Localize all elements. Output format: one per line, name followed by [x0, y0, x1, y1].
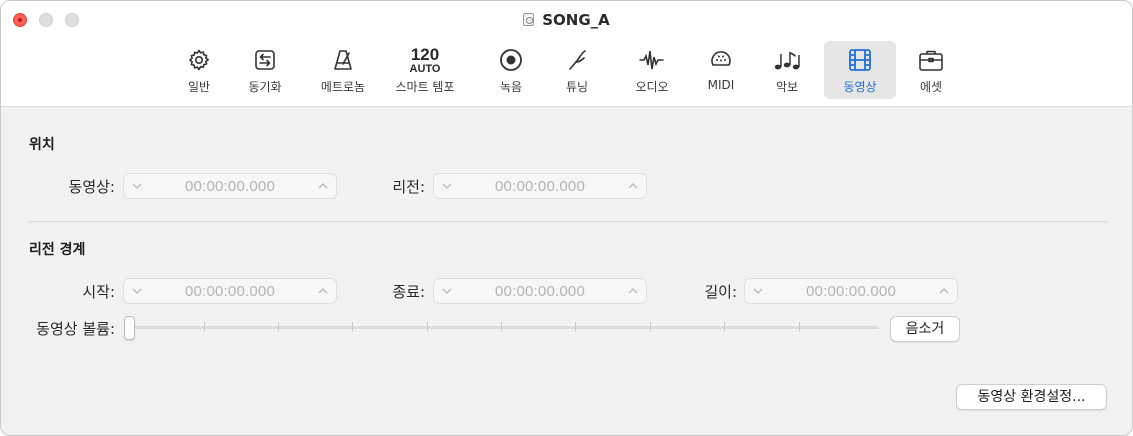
tuning-fork-icon — [555, 46, 599, 74]
tab-audio[interactable]: 오디오 — [627, 41, 677, 99]
tab-assets[interactable]: 에셋 — [909, 41, 953, 99]
volume-slider-thumb[interactable] — [124, 316, 135, 340]
length-field[interactable]: 00:00:00.000 — [744, 278, 958, 304]
title-bar: SONG_A 일반 동기화 메트로놈 120 AUTO 스마트 템포 녹음 튜닝… — [1, 1, 1132, 107]
slider-tick — [501, 322, 502, 331]
movie-volume-label: 동영상 볼륨: — [36, 320, 115, 338]
mute-button[interactable]: 음소거 — [890, 316, 960, 342]
length-label: 길이: — [704, 283, 737, 301]
slider-tick — [278, 322, 279, 331]
film-icon — [824, 46, 896, 74]
tab-label: 동기화 — [248, 80, 282, 94]
tempo-icon: 120 AUTO — [409, 44, 441, 75]
slider-tick — [352, 322, 353, 331]
tab-label: 에셋 — [919, 80, 943, 94]
chevron-up-icon[interactable] — [626, 284, 640, 298]
volume-slider-track[interactable] — [131, 326, 879, 329]
start-field[interactable]: 00:00:00.000 — [123, 278, 337, 304]
tab-label: 동영상 — [843, 80, 877, 94]
start-label: 시작: — [82, 283, 115, 301]
chevron-down-icon[interactable] — [751, 284, 765, 298]
briefcase-icon — [909, 46, 953, 74]
slider-tick — [650, 322, 651, 331]
midi-icon — [699, 46, 743, 74]
notes-icon — [765, 46, 809, 74]
document-icon — [523, 13, 535, 26]
slider-tick — [724, 322, 725, 331]
region-position-field[interactable]: 00:00:00.000 — [433, 173, 647, 199]
tab-label: 메트로놈 — [320, 80, 366, 94]
section-divider — [29, 221, 1107, 222]
slider-tick — [427, 322, 428, 331]
chevron-up-icon[interactable] — [626, 179, 640, 193]
tab-label: 악보 — [775, 80, 799, 94]
movie-preferences-button[interactable]: 동영상 환경설정... — [956, 384, 1107, 410]
window-title: SONG_A — [1, 11, 1132, 29]
chevron-down-icon[interactable] — [130, 179, 144, 193]
chevron-up-icon[interactable] — [316, 284, 330, 298]
end-label: 종료: — [392, 283, 425, 301]
tab-midi[interactable]: MIDI — [699, 41, 743, 99]
slider-tick — [575, 322, 576, 331]
settings-window: SONG_A 일반 동기화 메트로놈 120 AUTO 스마트 템포 녹음 튜닝… — [0, 0, 1133, 436]
chevron-down-icon[interactable] — [440, 284, 454, 298]
tab-recording[interactable]: 녹음 — [489, 41, 533, 99]
tab-tuning[interactable]: 튜닝 — [555, 41, 599, 99]
region-position-label: 리전: — [392, 178, 425, 196]
section-title-region-bounds: 리전 경계 — [29, 242, 86, 258]
tab-label: 튜닝 — [565, 80, 589, 94]
tab-general[interactable]: 일반 — [177, 41, 221, 99]
movie-position-field[interactable]: 00:00:00.000 — [123, 173, 337, 199]
tab-label: 일반 — [187, 80, 211, 94]
tab-label: 스마트 템포 — [395, 80, 455, 94]
waveform-icon — [627, 46, 677, 74]
tab-label: MIDI — [707, 78, 735, 92]
tab-score[interactable]: 악보 — [765, 41, 809, 99]
chevron-down-icon[interactable] — [130, 284, 144, 298]
section-title-position: 위치 — [29, 137, 55, 153]
tab-label: 오디오 — [635, 80, 669, 94]
chevron-down-icon[interactable] — [440, 179, 454, 193]
sync-icon — [239, 46, 291, 74]
chevron-up-icon[interactable] — [316, 179, 330, 193]
tab-label: 녹음 — [499, 80, 523, 94]
tab-movie[interactable]: 동영상 — [824, 41, 896, 99]
slider-tick — [204, 322, 205, 331]
chevron-up-icon[interactable] — [937, 284, 951, 298]
tab-smart-tempo[interactable]: 120 AUTO 스마트 템포 — [387, 41, 463, 99]
end-field[interactable]: 00:00:00.000 — [433, 278, 647, 304]
metronome-icon — [313, 46, 373, 74]
tab-sync[interactable]: 동기화 — [239, 41, 291, 99]
gear-icon — [177, 46, 221, 74]
tab-metronome[interactable]: 메트로놈 — [313, 41, 373, 99]
movie-position-label: 동영상: — [68, 178, 115, 196]
slider-tick — [799, 322, 800, 331]
record-icon — [489, 46, 533, 74]
